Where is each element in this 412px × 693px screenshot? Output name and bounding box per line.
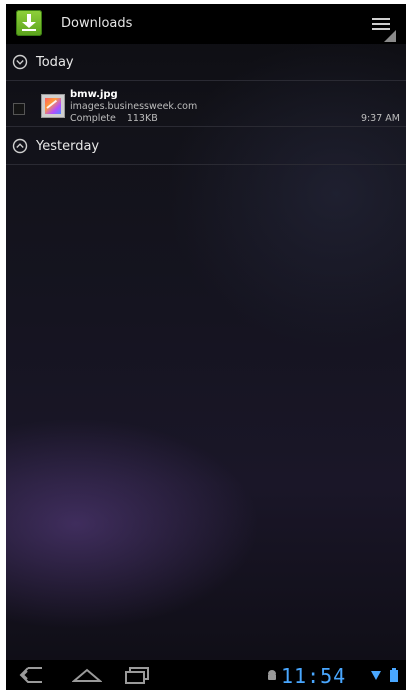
battery-icon <box>390 668 398 682</box>
group-label: Yesterday <box>36 139 100 154</box>
android-icon[interactable] <box>266 669 278 681</box>
chevron-up-icon <box>12 138 28 154</box>
recent-apps-icon[interactable] <box>124 666 150 684</box>
download-time: 9:37 AM <box>360 113 400 124</box>
screen: Downloads Today bmw.jpg images.businessw… <box>6 4 406 690</box>
download-meta: Complete 113KB <box>70 113 158 124</box>
wifi-icon <box>371 671 381 680</box>
chevron-down-icon <box>12 54 28 70</box>
download-host: images.businessweek.com <box>70 101 198 112</box>
status-clock: 11:54 <box>281 664 347 688</box>
image-file-icon <box>41 94 65 118</box>
back-icon[interactable] <box>18 666 44 684</box>
download-size: 113KB <box>126 113 158 124</box>
download-row[interactable]: bmw.jpg images.businessweek.com Complete… <box>6 86 406 127</box>
group-header-today[interactable]: Today <box>6 46 406 81</box>
select-checkbox[interactable] <box>13 103 25 115</box>
group-header-yesterday[interactable]: Yesterday <box>6 130 406 165</box>
download-filename: bmw.jpg <box>70 89 118 100</box>
download-icon[interactable] <box>16 10 42 36</box>
group-label: Today <box>36 55 74 70</box>
download-status: Complete <box>70 113 116 124</box>
action-bar: Downloads <box>6 4 406 44</box>
app-title: Downloads <box>61 16 133 31</box>
home-icon[interactable] <box>72 666 102 684</box>
overflow-menu-icon[interactable] <box>372 18 396 42</box>
system-navigation-bar: 11:54 <box>6 660 406 690</box>
